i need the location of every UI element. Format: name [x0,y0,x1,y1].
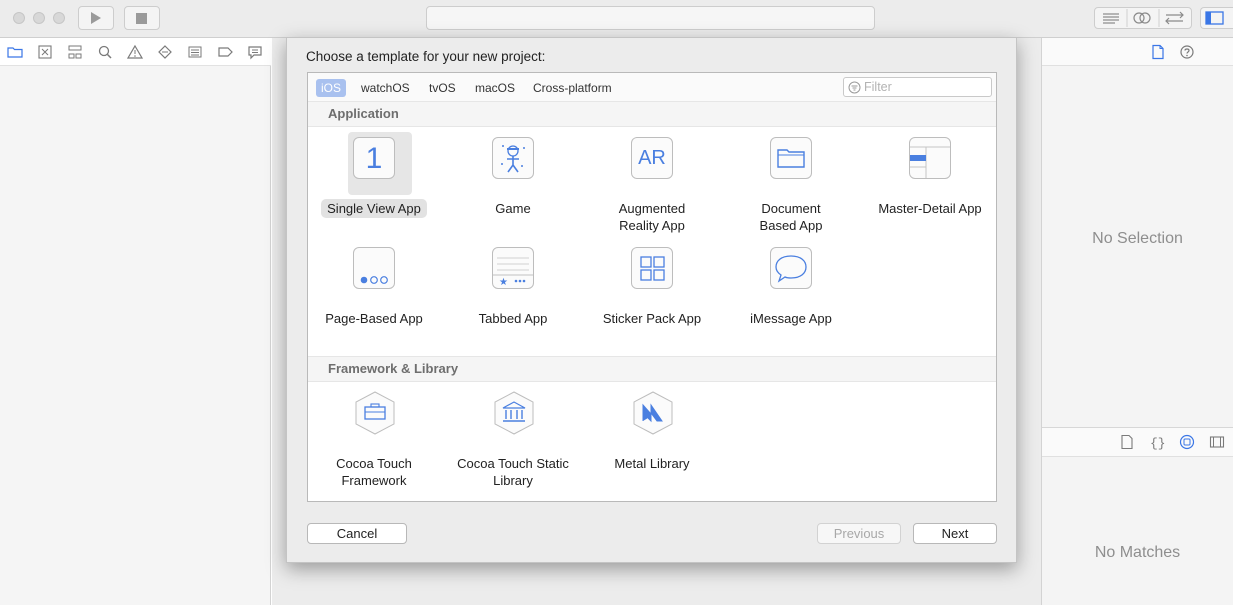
template-cocoa-touch-static-library[interactable]: Cocoa Touch Static Library [453,384,573,490]
symbol-navigator-icon[interactable] [67,44,83,60]
next-button[interactable]: Next [913,523,997,544]
single-view-app-icon: 1 [353,137,395,179]
template-label: Tabbed App [478,311,548,326]
imessage-icon [770,247,812,289]
activity-viewer [426,6,875,30]
test-navigator-icon[interactable] [157,44,173,60]
quick-help-icon[interactable] [1179,44,1195,60]
stop-icon [136,13,147,24]
standard-editor-icon[interactable] [1103,13,1119,24]
svg-text:★: ★ [499,277,508,288]
template-master-detail-app[interactable]: Master-Detail App [870,129,990,235]
template-label: Game [495,201,531,216]
assistant-editor-icon[interactable] [1133,12,1151,24]
template-single-view-app[interactable]: 1 Single View App [314,129,434,235]
inspector-selector-bar [1042,38,1233,66]
window-toolbar [0,0,1233,38]
inspector-area: No Selection {} No Matches [1041,38,1233,605]
game-icon [492,137,534,179]
template-label: Sticker Pack App [602,311,702,326]
template-game[interactable]: Game [453,129,573,235]
filter-icon [848,81,861,94]
section-header-application: Application [308,101,996,127]
close-window-icon[interactable] [13,12,25,24]
sticker-pack-icon [631,247,673,289]
file-inspector-icon[interactable] [1150,44,1166,60]
platform-tabs: iOS watchOS tvOS macOS Cross-platform [308,73,996,102]
metal-library-icon [633,391,673,435]
sheet-title: Choose a template for your new project: [306,49,546,64]
find-navigator-icon[interactable] [97,44,113,60]
debug-navigator-icon[interactable] [187,44,203,60]
cancel-button[interactable]: Cancel [307,523,407,544]
play-icon [91,12,101,24]
stop-button[interactable] [124,6,160,30]
template-tabbed-app[interactable]: ★ Tabbed App [453,239,573,345]
template-label: Cocoa Touch Framework [336,456,412,488]
ar-glyph: AR [638,147,666,169]
template-label: Single View App [321,199,427,218]
zoom-window-icon[interactable] [53,12,65,24]
no-selection-label: No Selection [1092,230,1183,247]
tab-watchos[interactable]: watchOS [356,79,415,97]
run-button[interactable] [78,6,114,30]
template-label: Cocoa Touch Static Library [457,456,569,488]
library-selector-bar: {} [1042,427,1233,457]
template-augmented-reality-app[interactable]: AR Augmented Reality App [592,129,712,235]
svg-text:{}: {} [1150,436,1165,450]
sidebar-toggle-icon [1205,11,1224,25]
report-navigator-icon[interactable] [247,44,263,60]
previous-button[interactable]: Previous [817,523,901,544]
section-header-framework-library: Framework & Library [308,356,996,382]
ar-app-icon: AR [631,137,673,179]
template-panel: iOS watchOS tvOS macOS Cross-platform Ap… [307,72,997,502]
navigator-toggle-button[interactable] [1200,7,1233,29]
source-control-navigator-icon[interactable] [37,44,53,60]
issue-navigator-icon[interactable] [127,44,143,60]
tab-tvos[interactable]: tvOS [424,79,461,97]
document-app-icon [770,137,812,179]
object-library-icon[interactable] [1179,434,1195,450]
filter-input[interactable] [864,79,984,95]
template-label: Augmented Reality App [618,201,686,233]
file-template-library-icon[interactable] [1119,434,1135,450]
tab-macos[interactable]: macOS [470,79,520,97]
template-label: iMessage App [750,311,832,326]
section-title: Framework & Library [328,361,459,376]
navigator-area [0,66,271,605]
single-view-glyph: 1 [365,142,383,175]
template-sticker-pack-app[interactable]: Sticker Pack App [592,239,712,345]
template-label: Master-Detail App [878,201,982,216]
template-chooser-sheet: Choose a template for your new project: … [286,37,1017,563]
master-detail-icon [909,137,951,179]
version-editor-icon[interactable] [1165,11,1184,25]
template-label: Metal Library [614,456,690,471]
tabbed-app-icon: ★ [492,247,534,289]
template-document-based-app[interactable]: Document Based App [731,129,851,235]
tab-cross-platform[interactable]: Cross-platform [528,79,617,97]
template-label: Page-Based App [325,311,423,326]
framework-icon [355,391,395,435]
template-metal-library[interactable]: Metal Library [592,384,712,490]
navigator-selector-bar [0,38,271,66]
project-navigator-icon[interactable] [7,44,23,60]
tab-ios[interactable]: iOS [316,79,347,97]
section-title: Application [328,106,399,121]
template-imessage-app[interactable]: iMessage App [731,239,851,345]
editor-mode-segmented-control[interactable] [1094,7,1192,29]
no-matches-label: No Matches [1094,544,1181,561]
page-based-icon [353,247,395,289]
template-page-based-app[interactable]: Page-Based App [314,239,434,345]
template-label: Document Based App [759,201,823,233]
minimize-window-icon[interactable] [33,12,45,24]
filter-field[interactable] [843,77,992,97]
breakpoint-navigator-icon[interactable] [217,44,233,60]
code-snippet-library-icon[interactable]: {} [1149,434,1165,450]
template-cocoa-touch-framework[interactable]: Cocoa Touch Framework [314,384,434,490]
media-library-icon[interactable] [1209,434,1225,450]
static-library-icon [494,391,534,435]
